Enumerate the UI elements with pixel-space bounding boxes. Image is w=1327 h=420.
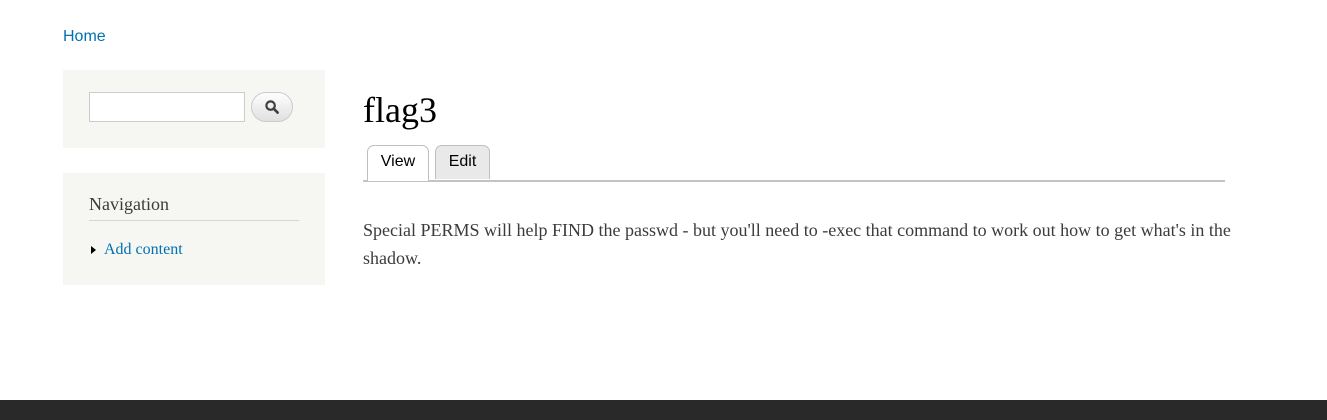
nav-item-add-content: Add content [89, 240, 183, 260]
search-icon [265, 100, 279, 114]
breadcrumb: Home [63, 27, 106, 47]
add-content-link[interactable]: Add content [104, 240, 183, 260]
search-input[interactable] [89, 92, 245, 122]
tab-edit[interactable]: Edit [435, 145, 490, 179]
page-footer [0, 400, 1327, 420]
page-tabs: View Edit [363, 145, 1225, 182]
tab-view[interactable]: View [367, 145, 429, 181]
breadcrumb-home-link[interactable]: Home [63, 28, 106, 45]
node-body-text: Special PERMS will help FIND the passwd … [363, 220, 1231, 268]
navigation-block: Navigation Add content [63, 173, 325, 285]
navigation-title: Navigation [89, 192, 299, 221]
search-button[interactable] [251, 92, 293, 122]
page-title: flag3 [363, 90, 437, 130]
arrow-right-icon [91, 246, 96, 254]
search-block [63, 70, 325, 148]
